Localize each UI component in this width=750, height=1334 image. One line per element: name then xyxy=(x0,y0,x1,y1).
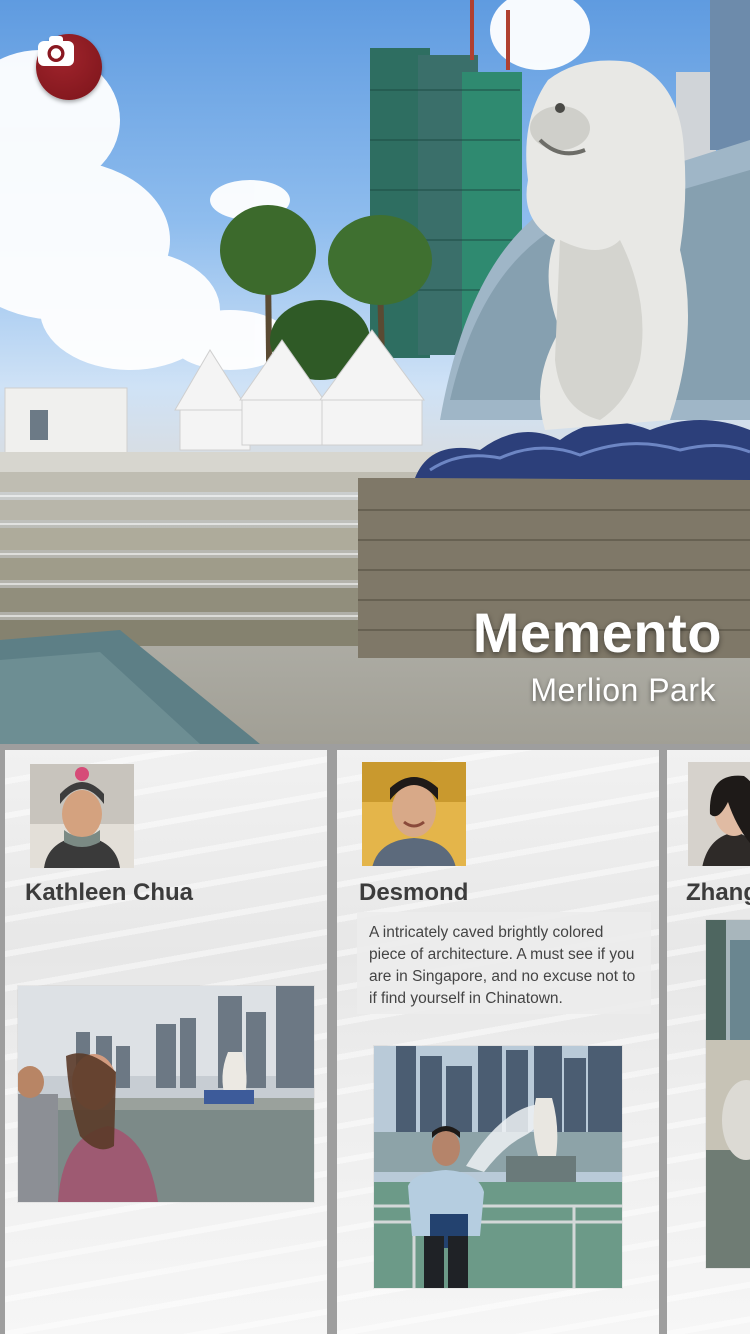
avatar xyxy=(688,762,750,866)
memento-comment: A intricately caved brightly colored pie… xyxy=(357,912,651,1014)
camera-button[interactable] xyxy=(36,34,102,100)
memento-card-desmond[interactable]: Desmond A intricately caved brightly col… xyxy=(337,750,659,1334)
hero-banner: Memento Merlion Park xyxy=(0,0,750,744)
avatar xyxy=(362,762,466,866)
memento-photo[interactable] xyxy=(18,986,314,1202)
memento-card-carousel[interactable]: Kathleen Chua Desmond A intricately cave… xyxy=(0,744,750,1334)
avatar xyxy=(30,764,134,868)
app-title: Memento xyxy=(472,601,722,664)
user-name: Kathleen Chua xyxy=(25,879,194,906)
location-name: Merlion Park xyxy=(530,672,716,708)
memento-card-zhang[interactable]: Zhang xyxy=(667,750,750,1334)
memento-card-kathleen[interactable]: Kathleen Chua xyxy=(5,750,327,1334)
memento-photo[interactable] xyxy=(374,1046,622,1288)
memento-photo[interactable] xyxy=(706,920,750,1268)
camera-icon xyxy=(38,36,74,66)
user-name: Desmond xyxy=(359,879,469,906)
user-name: Zhang xyxy=(686,879,750,906)
